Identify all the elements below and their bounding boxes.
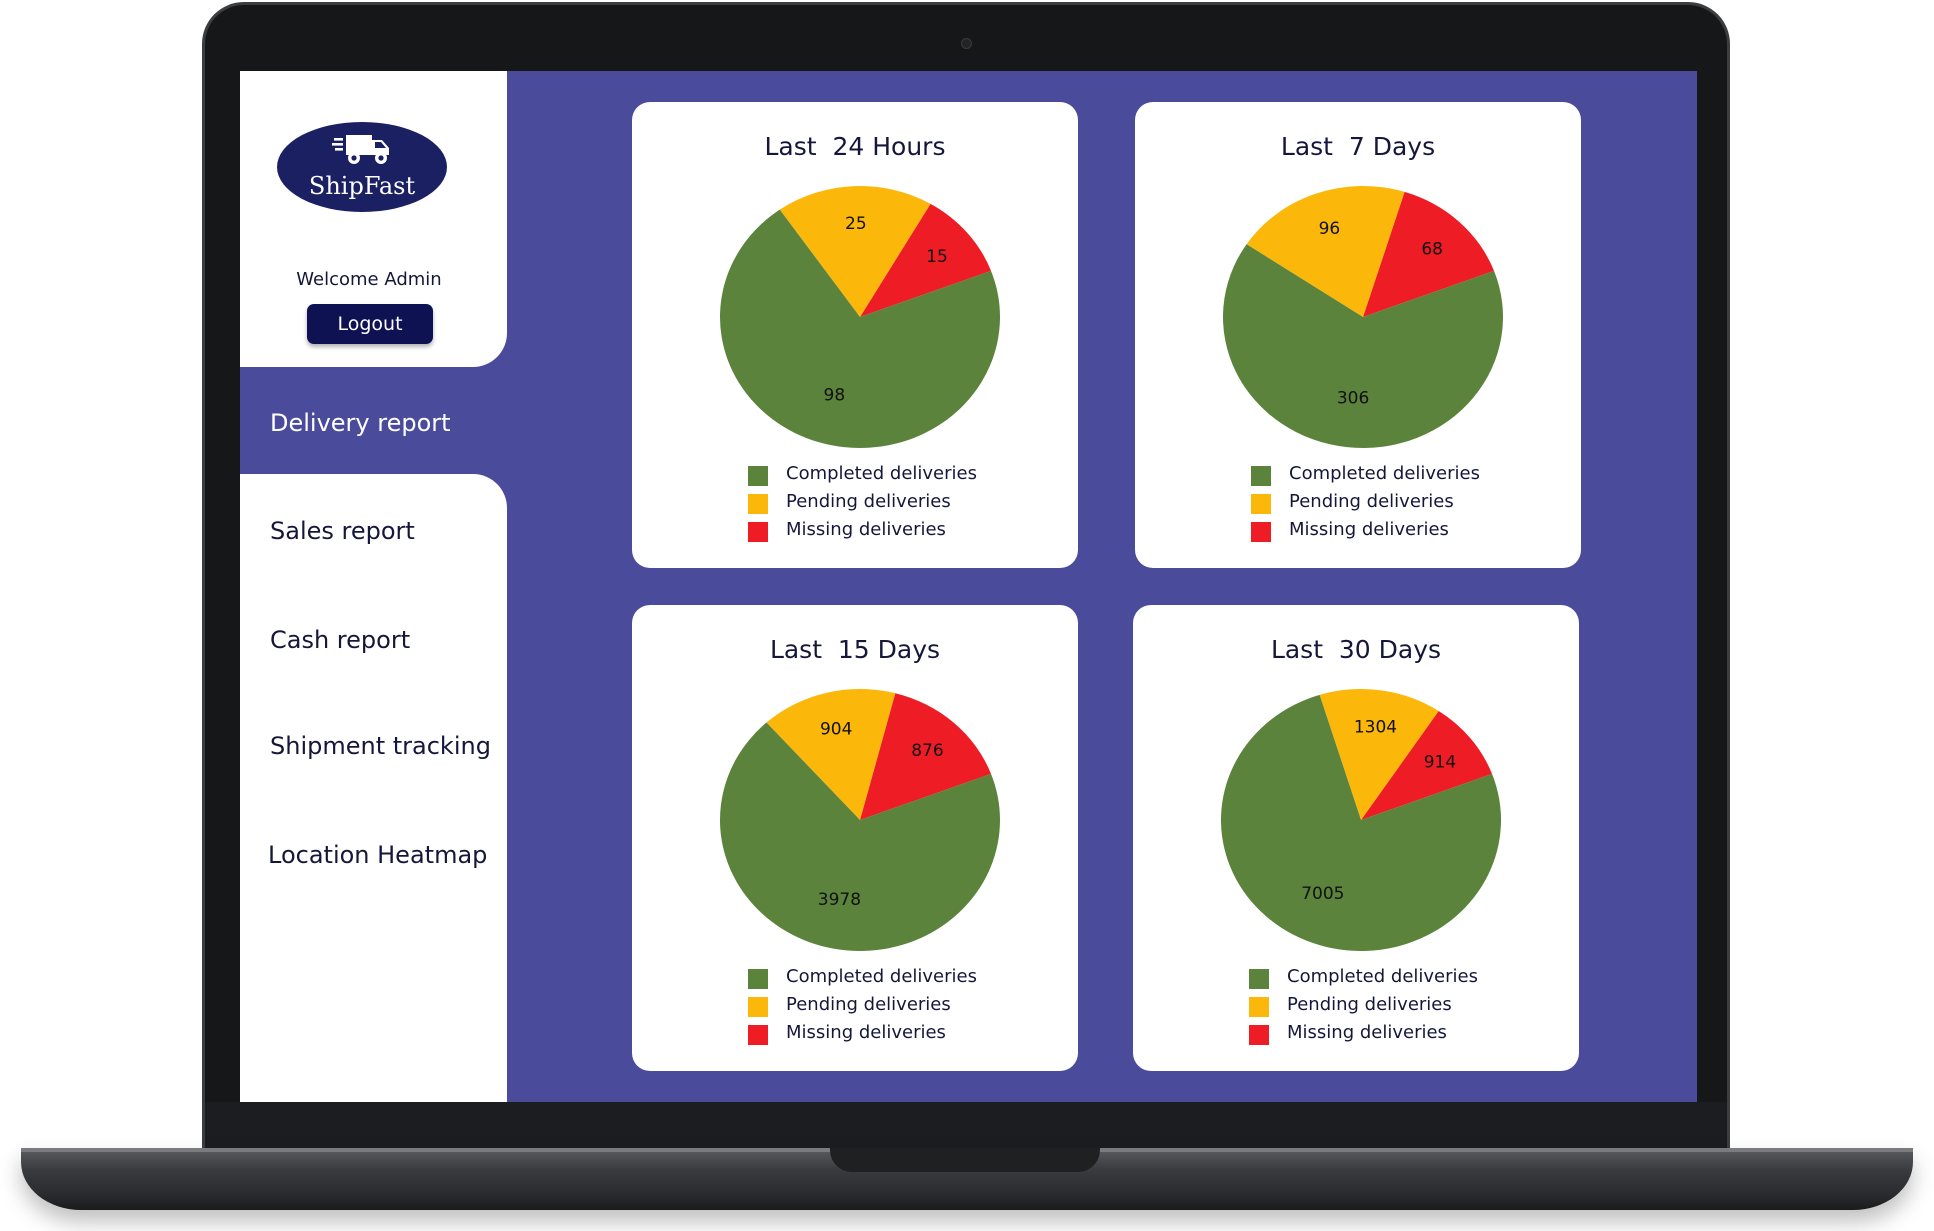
- legend-label: Completed deliveries: [1287, 966, 1478, 987]
- pie-chart-7-days: 68 96 306: [1223, 186, 1503, 449]
- legend-swatch: [748, 997, 768, 1017]
- data-label-completed: 7005: [1301, 884, 1344, 904]
- data-label-completed: 306: [1337, 389, 1369, 409]
- data-label-missing: 15: [926, 247, 948, 267]
- legend-swatch: [1249, 997, 1269, 1017]
- legend-swatch: [1251, 522, 1271, 542]
- nav-delivery-report[interactable]: Delivery report: [270, 409, 451, 437]
- nav-sales-report[interactable]: Sales report: [270, 517, 415, 545]
- legend-label: Pending deliveries: [1287, 994, 1452, 1015]
- legend-label: Missing deliveries: [1287, 1022, 1447, 1043]
- legend-label: Missing deliveries: [1289, 519, 1449, 540]
- laptop-bezel: [205, 1102, 1727, 1148]
- data-label-pending: 1304: [1354, 718, 1397, 738]
- data-label-pending: 25: [845, 214, 867, 234]
- nav-shipment-tracking[interactable]: Shipment tracking: [270, 732, 491, 760]
- legend-label: Completed deliveries: [786, 966, 977, 987]
- chart-card-15-days: Last 15 Days 876 904 3978 Completed delive…: [632, 605, 1078, 1071]
- legend-swatch: [748, 494, 768, 514]
- legend-label: Missing deliveries: [786, 519, 946, 540]
- legend-swatch: [1251, 494, 1271, 514]
- data-label-pending: 904: [820, 719, 852, 739]
- legend-swatch: [1251, 466, 1271, 486]
- chart-card-7-days: Last 7 Days 68 96 306 Completed deliveries…: [1135, 102, 1581, 568]
- data-label-completed: 98: [824, 386, 846, 406]
- legend-swatch: [1249, 1025, 1269, 1045]
- nav-location-heatmap[interactable]: Location Heatmap: [268, 841, 487, 869]
- laptop-notch: [830, 1148, 1100, 1172]
- data-label-missing: 68: [1421, 239, 1443, 259]
- legend-label: Completed deliveries: [786, 463, 977, 484]
- sidebar-nav: Sales report Cash report Shipment tracki…: [240, 474, 507, 1102]
- pie-chart-30-days: 914 1304 7005: [1221, 689, 1501, 951]
- chart-card-24-hours: Last 24 Hours 15 25 98 Completed deliverie…: [632, 102, 1078, 568]
- nav-cash-report[interactable]: Cash report: [270, 626, 410, 654]
- legend-label: Pending deliveries: [786, 994, 951, 1015]
- legend-swatch: [1249, 969, 1269, 989]
- delivery-truck-icon: [332, 135, 389, 164]
- legend-swatch: [748, 466, 768, 486]
- data-label-missing: 914: [1424, 752, 1456, 772]
- legend-label: Completed deliveries: [1289, 463, 1480, 484]
- app-screen: ShipFast Welcome Admin Logout Delivery r…: [240, 71, 1697, 1102]
- sidebar-header: ShipFast Welcome Admin Logout: [240, 71, 507, 367]
- legend-swatch: [748, 522, 768, 542]
- data-label-completed: 3978: [818, 890, 861, 910]
- brand-name: ShipFast: [308, 172, 416, 200]
- shipfast-logo[interactable]: ShipFast: [277, 122, 447, 212]
- legend-label: Pending deliveries: [786, 491, 951, 512]
- legend-label: Missing deliveries: [786, 1022, 946, 1043]
- legend-swatch: [748, 969, 768, 989]
- sidebar: ShipFast Welcome Admin Logout Delivery r…: [240, 71, 507, 1102]
- legend-label: Pending deliveries: [1289, 491, 1454, 512]
- logout-button[interactable]: Logout: [307, 304, 433, 344]
- legend-swatch: [748, 1025, 768, 1045]
- pie-chart-24-hours: 15 25 98: [720, 185, 1000, 449]
- data-label-missing: 876: [911, 741, 943, 761]
- chart-card-30-days: Last 30 Days 914 1304 7005 Completed deliv…: [1133, 605, 1579, 1071]
- pie-chart-15-days: 876 904 3978: [720, 689, 1000, 951]
- camera-icon: [961, 38, 972, 49]
- welcome-text: Welcome Admin: [296, 269, 442, 290]
- data-label-pending: 96: [1319, 219, 1341, 239]
